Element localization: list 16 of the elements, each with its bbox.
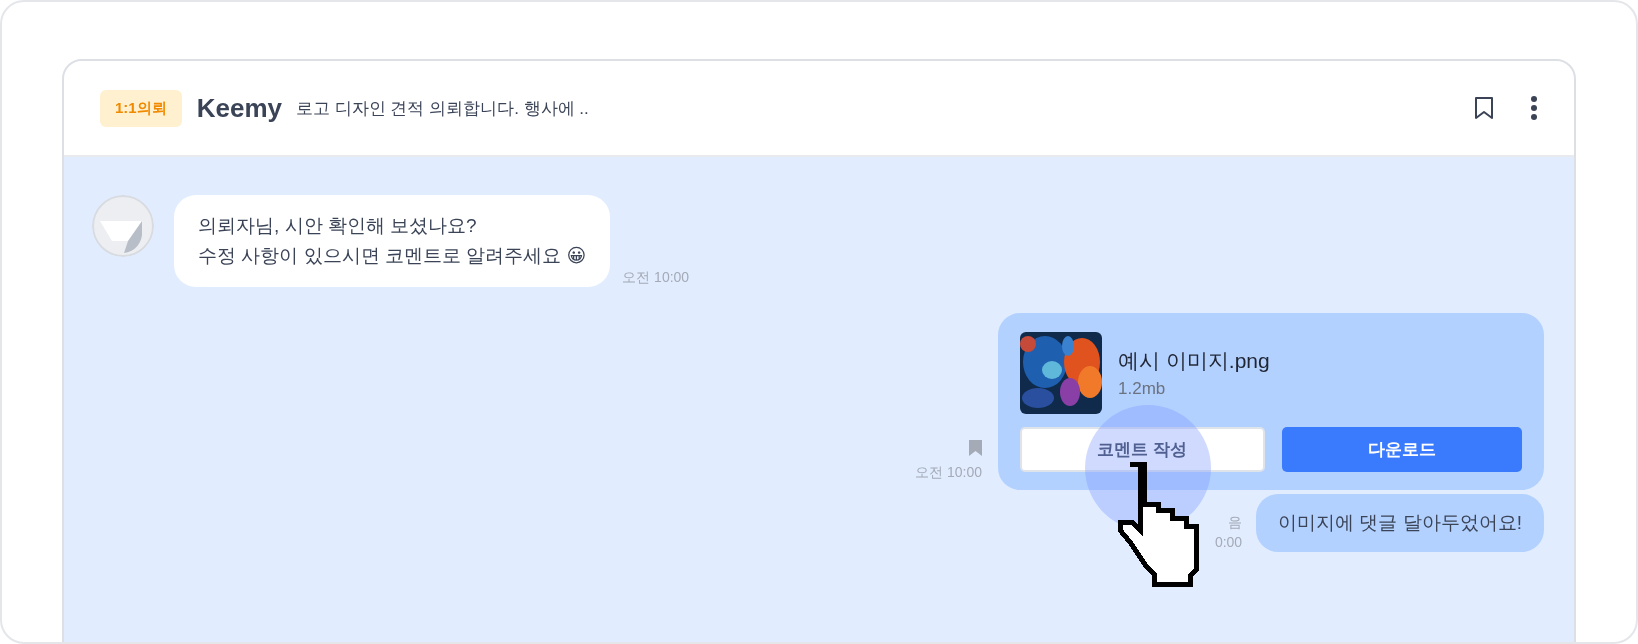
file-size: 1.2mb <box>1118 379 1167 399</box>
file-name: 예시 이미지.png <box>1118 348 1270 374</box>
user-name: Keemy <box>196 92 282 124</box>
message-bubble: 이미지에 댓글 달아두었어요! <box>1256 494 1544 552</box>
more-menu-icon[interactable] <box>1530 95 1538 121</box>
message-time: 오전 10:00 <box>622 269 690 287</box>
avatar-icon <box>92 195 154 257</box>
bookmark-icon[interactable] <box>1474 96 1494 120</box>
message-bubble: 의뢰자님, 시안 확인해 보셨나요? 수정 사항이 있으시면 코멘트로 알려주세요 😀 <box>174 195 611 287</box>
comment-button[interactable]: 코멘트 작성 <box>1020 427 1265 472</box>
request-badge: 1:1의뢰 <box>100 89 182 127</box>
read-status: 음 <box>1228 513 1243 532</box>
message-time: 0:00 <box>1214 533 1243 552</box>
chat-subject: 로고 디자인 견적 의뢰합니다. 행사에 .. <box>295 97 590 120</box>
download-button[interactable]: 다운로드 <box>1281 427 1522 472</box>
message-time: 오전 10:00 <box>915 464 982 482</box>
